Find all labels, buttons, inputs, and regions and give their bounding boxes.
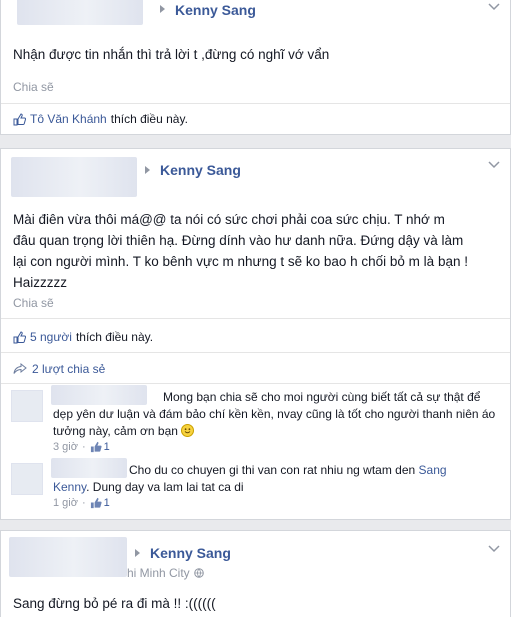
comment-meta: 3 giờ · 1 xyxy=(53,441,110,453)
likes-suffix: thích điều này. xyxy=(75,330,154,344)
author-name[interactable]: Kenny Sang xyxy=(150,545,231,561)
like-thumb-icon xyxy=(90,441,102,453)
likes-summary: Tô Văn Khánh thích điều này. xyxy=(13,112,188,126)
likes-summary: 5 người thích điều này. xyxy=(13,330,153,344)
post-card: Kenny Sang Nhận được tin nhắn thì trả lờ… xyxy=(0,0,511,135)
location-line: hi Minh City xyxy=(127,566,204,580)
comment-line: dẹp yên dư luận và đám bảo chí kền kền, … xyxy=(53,407,496,421)
like-thumb-icon xyxy=(13,112,26,125)
post-text: Nhận được tin nhắn thì trả lời t ,đừng c… xyxy=(13,47,330,62)
tagged-name-link[interactable]: Sang xyxy=(419,463,447,477)
post-text-line: lại con người mình. T ko bênh vực m nhưn… xyxy=(13,254,468,269)
comment-like-count[interactable]: 1 xyxy=(104,497,110,509)
comment-line-text: tưởng này, cảm ơn bạn xyxy=(53,424,178,438)
post-text: Sang đừng bỏ pé ra đi mà !! :(((((( xyxy=(13,596,216,611)
comment-time[interactable]: 3 giờ xyxy=(53,441,78,453)
post-card: Kenny Sang Mài điên vừa thôi má@@ ta nói… xyxy=(0,148,511,520)
divider xyxy=(1,103,510,104)
share-link[interactable]: Chia sẽ xyxy=(13,80,54,94)
author-name[interactable]: Kenny Sang xyxy=(175,2,256,18)
divider xyxy=(1,352,510,353)
comment-meta: 1 giờ · 1 xyxy=(53,497,110,509)
like-thumb-icon xyxy=(13,330,26,343)
chevron-down-icon[interactable] xyxy=(488,161,500,169)
comment-line: tưởng này, cảm ơn bạn xyxy=(53,423,503,440)
comment-time[interactable]: 1 giờ xyxy=(53,497,78,509)
likes-suffix: thích điều này. xyxy=(110,112,188,126)
chevron-down-icon[interactable] xyxy=(488,545,500,553)
comment-line-text: Cho du co chuyen gi thi van con rat nhiu… xyxy=(129,463,416,477)
to-arrow-icon xyxy=(135,549,140,557)
commenter-avatar[interactable] xyxy=(11,390,43,422)
to-arrow-icon xyxy=(160,5,165,13)
post-text-line: Mài điên vừa thôi má@@ ta nói có sức chơ… xyxy=(13,212,445,227)
divider xyxy=(1,318,510,319)
comment-text: Cho du co chuyen gi thi van con rat nhiu… xyxy=(53,462,503,496)
likers-count[interactable]: 5 người xyxy=(30,330,72,344)
smile-emoji-icon xyxy=(181,424,195,437)
author-avatar-blurred xyxy=(9,537,127,577)
comment-text: Mong bạn chia sẽ cho moi người cùng biết… xyxy=(53,389,503,440)
comment-line: Mong bạn chia sẽ cho moi người cùng biết… xyxy=(163,390,481,404)
comment-line: Cho du co chuyen gi thi van con rat nhiu… xyxy=(53,462,503,479)
liker-name[interactable]: Tô Văn Khánh xyxy=(30,112,107,126)
commenter-avatar[interactable] xyxy=(11,463,43,495)
post-text: Mài điên vừa thôi má@@ ta nói có sức chơ… xyxy=(13,209,468,293)
shares-count[interactable]: 2 lượt chia sẻ xyxy=(32,362,105,376)
comment-like-count[interactable]: 1 xyxy=(104,441,110,453)
like-thumb-icon xyxy=(90,497,102,509)
share-arrow-icon xyxy=(13,363,27,374)
comment-line: Kenny. Dung day va lam lai tat ca di xyxy=(53,479,503,496)
author-avatar-blurred xyxy=(17,0,143,25)
author-name[interactable]: Kenny Sang xyxy=(160,162,241,178)
post-text-line: Haizzzzz xyxy=(13,275,68,290)
shares-summary[interactable]: 2 lượt chia sẻ xyxy=(13,362,105,376)
divider xyxy=(1,383,510,384)
post-text-line: đâu quan trọng lời thiên hạ. Đừng dính v… xyxy=(13,233,464,248)
comment-line-text: . Dung day va lam lai tat ca di xyxy=(86,480,244,494)
chevron-down-icon[interactable] xyxy=(488,3,500,11)
globe-icon[interactable] xyxy=(193,568,204,578)
author-avatar-blurred xyxy=(11,157,137,197)
tagged-name-link[interactable]: Kenny xyxy=(53,480,86,494)
to-arrow-icon xyxy=(145,166,150,174)
post-card: Kenny Sang hi Minh City Sang đừng bỏ pé … xyxy=(0,530,511,617)
share-link[interactable]: Chia sẽ xyxy=(13,296,54,310)
location-text[interactable]: hi Minh City xyxy=(127,566,190,580)
